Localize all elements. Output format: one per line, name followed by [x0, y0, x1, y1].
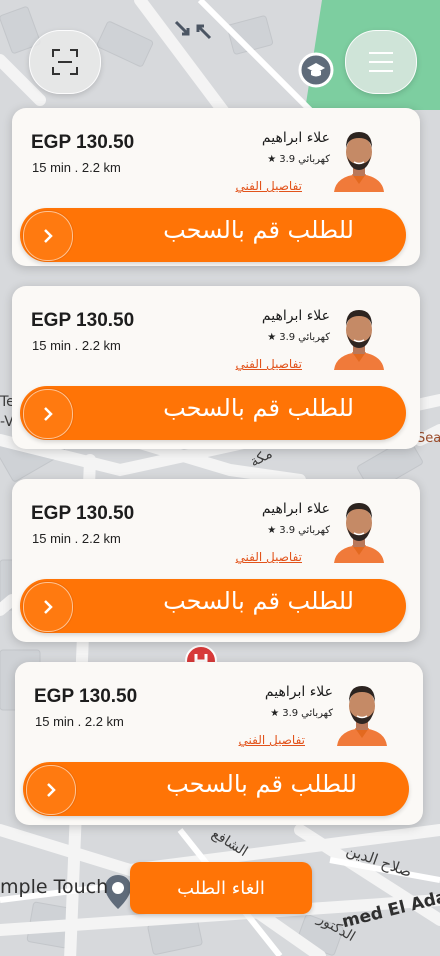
rating-value: 3.9 — [279, 525, 296, 536]
chevron-right-icon — [44, 407, 53, 421]
offer-price: EGP 130.50 — [31, 132, 135, 153]
avatar — [334, 132, 384, 192]
offer-eta: 15 min . 2.2 km — [32, 160, 121, 175]
offer-card: EGP 130.50 15 min . 2.2 km علاء ابراهيم … — [12, 108, 420, 266]
swipe-to-order-slider[interactable]: للطلب قم بالسحب — [20, 579, 406, 633]
map-place-label: mple Touch — [0, 876, 109, 898]
star-icon: ★ — [270, 708, 280, 719]
offer-price: EGP 130.50 — [31, 503, 135, 524]
avatar — [334, 310, 384, 370]
driver-rating: كهربائي 3.9 ★ — [267, 525, 330, 536]
star-icon: ★ — [267, 525, 277, 536]
driver-name: علاء ابراهيم — [261, 501, 330, 517]
swipe-handle[interactable] — [26, 765, 76, 815]
cancel-order-button[interactable]: الغاء الطلب — [130, 862, 312, 914]
swipe-to-order-slider[interactable]: للطلب قم بالسحب — [20, 208, 406, 262]
chevron-right-icon — [44, 229, 53, 243]
driver-rating: كهربائي 3.9 ★ — [267, 332, 330, 343]
car-type: كهربائي — [298, 332, 330, 343]
swipe-label: للطلب قم بالسحب — [163, 587, 354, 615]
driver-rating: كهربائي 3.9 ★ — [267, 154, 330, 165]
technician-details-link[interactable]: تفاصيل الفني — [236, 357, 302, 371]
rating-value: 3.9 — [279, 154, 296, 165]
hamburger-menu-icon — [369, 52, 393, 72]
swipe-label: للطلب قم بالسحب — [166, 770, 357, 798]
menu-button[interactable] — [345, 30, 417, 94]
swipe-label: للطلب قم بالسحب — [163, 216, 354, 244]
technician-details-link[interactable]: تفاصيل الفني — [239, 733, 305, 747]
driver-rating: كهربائي 3.9 ★ — [270, 708, 333, 719]
swipe-label: للطلب قم بالسحب — [163, 394, 354, 422]
offer-card: EGP 130.50 15 min . 2.2 km علاء ابراهيم … — [12, 286, 420, 449]
scan-button[interactable] — [29, 30, 101, 94]
driver-name: علاء ابراهيم — [261, 130, 330, 146]
swipe-to-order-slider[interactable]: للطلب قم بالسحب — [23, 762, 409, 816]
avatar — [334, 503, 384, 563]
offer-card: EGP 130.50 15 min . 2.2 km علاء ابراهيم … — [12, 479, 420, 642]
swipe-handle[interactable] — [23, 582, 73, 632]
star-icon: ★ — [267, 332, 277, 343]
star-icon: ★ — [267, 154, 277, 165]
swipe-handle[interactable] — [23, 211, 73, 261]
offer-card: EGP 130.50 15 min . 2.2 km علاء ابراهيم … — [15, 662, 423, 825]
chevron-right-icon — [47, 783, 56, 797]
map-edge-label: Sea — [417, 431, 440, 446]
avatar — [337, 686, 387, 746]
car-type: كهربائي — [301, 708, 333, 719]
rating-value: 3.9 — [282, 708, 299, 719]
car-type: كهربائي — [298, 525, 330, 536]
offer-eta: 15 min . 2.2 km — [32, 531, 121, 546]
chevron-right-icon — [44, 600, 53, 614]
swipe-to-order-slider[interactable]: للطلب قم بالسحب — [20, 386, 406, 440]
offer-eta: 15 min . 2.2 km — [35, 714, 124, 729]
technician-details-link[interactable]: تفاصيل الفني — [236, 550, 302, 564]
driver-name: علاء ابراهيم — [261, 308, 330, 324]
swipe-handle[interactable] — [23, 389, 73, 439]
offer-price: EGP 130.50 — [34, 686, 138, 707]
school-pin-icon — [298, 52, 334, 88]
offer-price: EGP 130.50 — [31, 310, 135, 331]
technician-details-link[interactable]: تفاصيل الفني — [236, 179, 302, 193]
driver-name: علاء ابراهيم — [264, 684, 333, 700]
rating-value: 3.9 — [279, 332, 296, 343]
car-type: كهربائي — [298, 154, 330, 165]
scan-frame-icon — [52, 49, 78, 75]
offer-eta: 15 min . 2.2 km — [32, 338, 121, 353]
